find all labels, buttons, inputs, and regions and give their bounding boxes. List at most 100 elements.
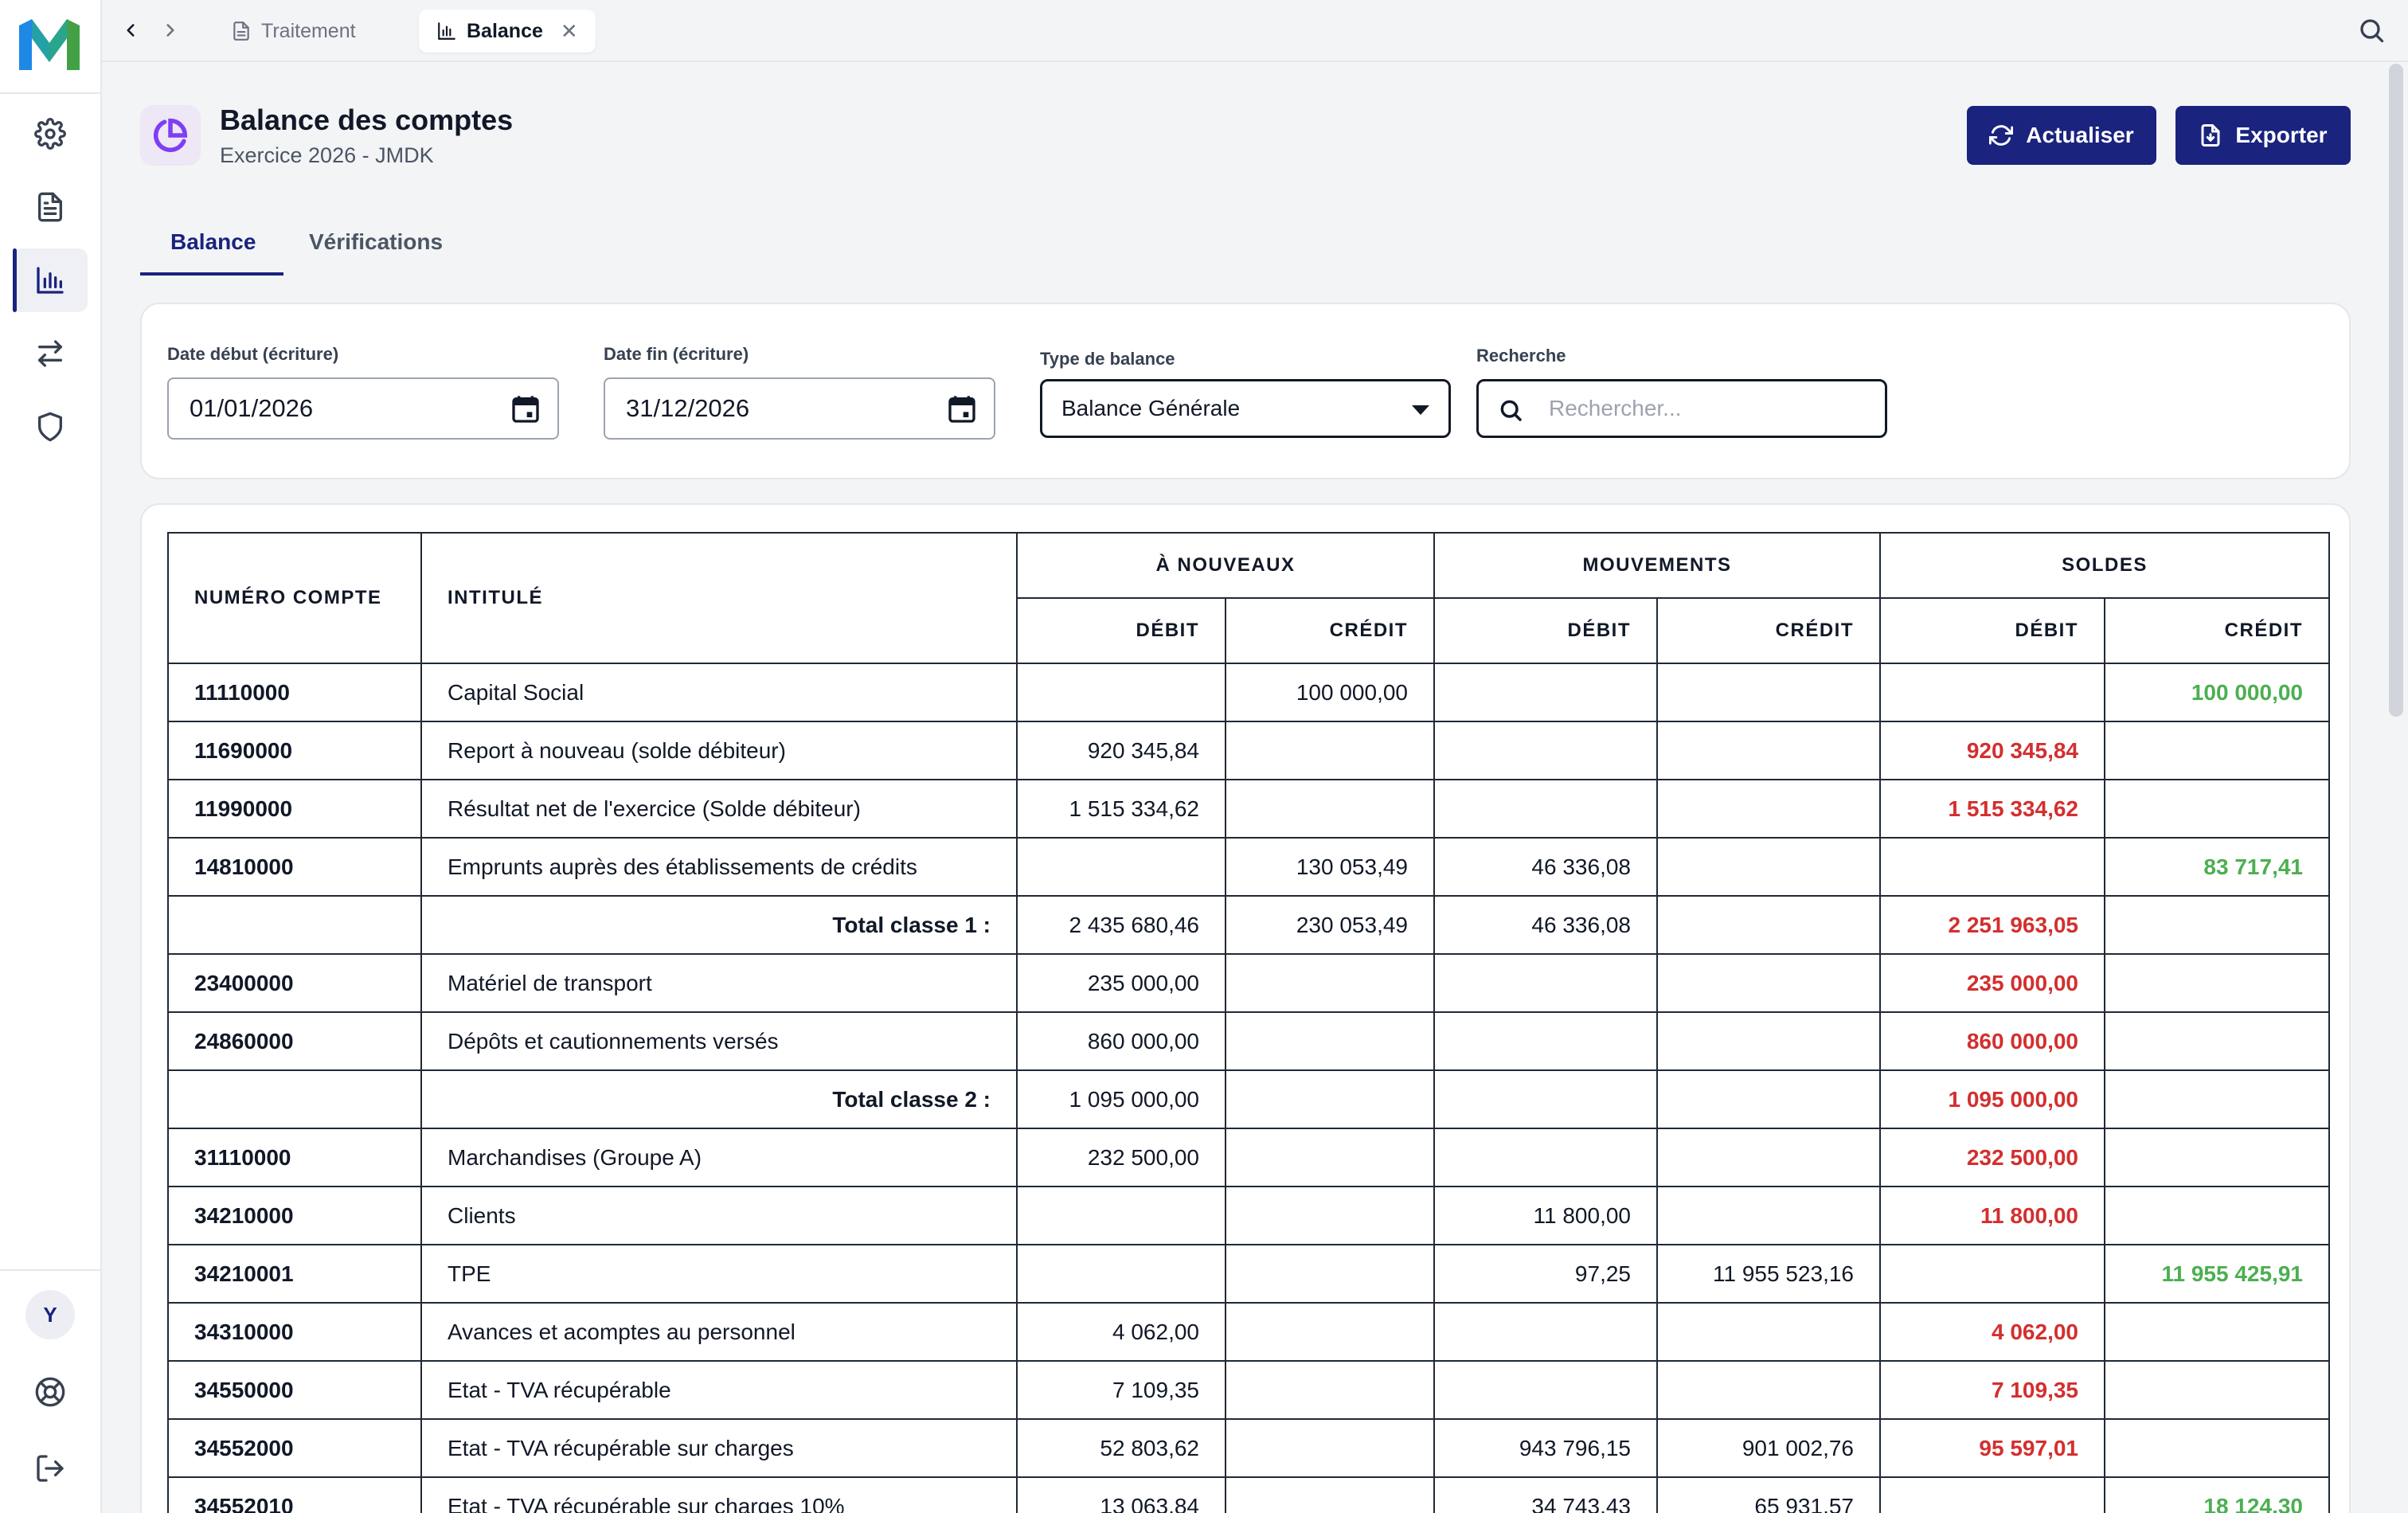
cell-mv-debit: 97,25 [1433, 1244, 1658, 1304]
table-row[interactable]: 11110000 Capital Social 100 000,00 100 000,… [167, 663, 2330, 722]
table-row[interactable]: 34550000 Etat - TVA récupérable 7 109,35 7 … [167, 1360, 2330, 1420]
start-date-field[interactable]: 01/01/2026 [167, 377, 559, 440]
export-button[interactable]: Exporter [2175, 106, 2351, 165]
cell-mv-debit [1433, 1069, 1658, 1129]
back-button[interactable] [116, 16, 145, 45]
cell-an-debit: 232 500,00 [1016, 1128, 1226, 1187]
search-input[interactable] [1549, 393, 1867, 424]
total-row[interactable]: Total classe 2 :1 095 000,00 1 095 000,00 [167, 1069, 2330, 1129]
scrollbar-thumb[interactable] [2389, 64, 2403, 717]
cell-mv-credit [1656, 1302, 1881, 1362]
cell-account: 34552010 [167, 1476, 422, 1513]
tab-balance[interactable]: Balance ✕ [419, 10, 596, 53]
cell-an-credit [1225, 1128, 1435, 1187]
cell-mv-credit [1656, 895, 1881, 955]
document-icon [233, 22, 249, 41]
cell-solde-credit [2104, 1011, 2330, 1071]
total-row[interactable]: Total classe 1 :2 435 680,46 230 053,49 46… [167, 895, 2330, 955]
table-row[interactable]: 34552010 Etat - TVA récupérable sur charg… [167, 1476, 2330, 1513]
cell-an-debit [1016, 1244, 1226, 1304]
cell-an-credit [1225, 1476, 1435, 1513]
sidebar-item-documents[interactable] [13, 175, 88, 239]
table-row[interactable]: 34552000 Etat - TVA récupérable sur charg… [167, 1418, 2330, 1478]
cell-mv-credit [1656, 1011, 1881, 1071]
cell-mv-debit: 11 800,00 [1433, 1186, 1658, 1245]
table-row[interactable]: 23400000 Matériel de transport 235 000,00 2… [167, 953, 2330, 1013]
calendar-icon[interactable] [510, 393, 541, 425]
cell-an-credit [1225, 1011, 1435, 1071]
start-date-value: 01/01/2026 [190, 394, 314, 422]
calendar-icon[interactable] [946, 393, 978, 425]
global-search-button[interactable] [2357, 16, 2389, 48]
chevron-right-icon [166, 24, 174, 37]
sidebar-item-logout[interactable] [13, 1437, 88, 1500]
cell-account: 34210000 [167, 1186, 422, 1245]
table-row[interactable]: 34210000 Clients 11 800,00 11 800,00 [167, 1186, 2330, 1245]
header-mv-credit: CRÉDIT [1656, 597, 1881, 664]
cell-solde-debit [1879, 1476, 2105, 1513]
avatar[interactable]: Y [25, 1290, 75, 1339]
cell-an-credit [1225, 721, 1435, 780]
cell-mv-debit: 34 743,43 [1433, 1476, 1658, 1513]
table-row[interactable]: 24860000 Dépôts et cautionnements versés 8… [167, 1011, 2330, 1071]
header-group-soldes: SOLDES [1879, 532, 2330, 599]
app-logo[interactable] [19, 19, 80, 73]
balance-type-select[interactable]: Balance Générale [1040, 379, 1451, 438]
balance-table-container: NUMÉRO COMPTE INTITULÉ À NOUVEAUX MOUVEM… [167, 532, 2330, 1513]
refresh-label: Actualiser [2026, 123, 2134, 147]
table-row[interactable]: 11990000 Résultat net de l'exercice (Sold… [167, 779, 2330, 839]
header-account-number: NUMÉRO COMPTE [167, 532, 422, 664]
sidebar-item-transfers[interactable] [13, 322, 88, 385]
tab-verifications[interactable]: Vérifications [309, 229, 443, 255]
cell-solde-debit: 1 515 334,62 [1879, 779, 2105, 839]
sidebar-item-settings[interactable] [13, 102, 88, 166]
cell-mv-credit [1656, 1186, 1881, 1245]
tab-balance-view[interactable]: Balance [170, 229, 256, 255]
tab-label: Traitement [261, 19, 356, 42]
cell-account: 11990000 [167, 779, 422, 839]
document-icon [38, 192, 63, 222]
cell-an-debit: 13 063,84 [1016, 1476, 1226, 1513]
cell-mv-debit [1433, 721, 1658, 780]
close-tab-icon[interactable]: ✕ [561, 19, 578, 44]
cell-mv-debit: 943 796,15 [1433, 1418, 1658, 1478]
cell-an-debit: 920 345,84 [1016, 721, 1226, 780]
cell-an-credit [1225, 779, 1435, 839]
refresh-button[interactable]: Actualiser [1967, 106, 2156, 165]
cell-an-credit: 230 053,49 [1225, 895, 1435, 955]
cell-mv-credit [1656, 953, 1881, 1013]
sidebar-item-balance[interactable] [13, 248, 88, 312]
cell-solde-credit: 18 124,30 [2104, 1476, 2330, 1513]
tab-traitement[interactable]: Traitement [213, 10, 373, 53]
end-date-field[interactable]: 31/12/2026 [604, 377, 995, 440]
cell-mv-credit [1656, 837, 1881, 897]
cell-label: Etat - TVA récupérable [420, 1360, 1018, 1420]
table-row[interactable]: 34310000 Avances et acomptes au personnel… [167, 1302, 2330, 1362]
table-row[interactable]: 11690000 Report à nouveau (solde débiteur… [167, 721, 2330, 780]
sidebar-item-help[interactable] [13, 1360, 88, 1424]
cell-solde-debit: 7 109,35 [1879, 1360, 2105, 1420]
cell-mv-credit: 65 931,57 [1656, 1476, 1881, 1513]
cell-an-credit [1225, 953, 1435, 1013]
table-row[interactable]: 31110000 Marchandises (Groupe A) 232 500,0… [167, 1128, 2330, 1187]
forward-button[interactable] [156, 16, 185, 45]
header-an-debit: DÉBIT [1016, 597, 1226, 664]
cell-an-debit: 1 515 334,62 [1016, 779, 1226, 839]
search-field[interactable] [1476, 379, 1887, 438]
table-body: 11110000 Capital Social 100 000,00 100 000,… [167, 663, 2330, 1513]
cell-label: TPE [420, 1244, 1018, 1304]
cell-account [167, 895, 422, 955]
cell-mv-debit: 46 336,08 [1433, 837, 1658, 897]
cell-label: Emprunts auprès des établissements de cr… [420, 837, 1018, 897]
cell-solde-debit: 920 345,84 [1879, 721, 2105, 780]
cell-an-credit [1225, 1186, 1435, 1245]
cell-solde-credit [2104, 1418, 2330, 1478]
cell-an-debit [1016, 1186, 1226, 1245]
cell-solde-credit [2104, 1360, 2330, 1420]
table-row[interactable]: 34210001 TPE 97,25 11 955 523,16 11 955 425,… [167, 1244, 2330, 1304]
cell-account: 34210001 [167, 1244, 422, 1304]
sidebar-item-security[interactable] [13, 395, 88, 459]
cell-mv-debit: 46 336,08 [1433, 895, 1658, 955]
lifebuoy-icon [35, 1377, 65, 1407]
table-row[interactable]: 14810000 Emprunts auprès des établissemen… [167, 837, 2330, 897]
